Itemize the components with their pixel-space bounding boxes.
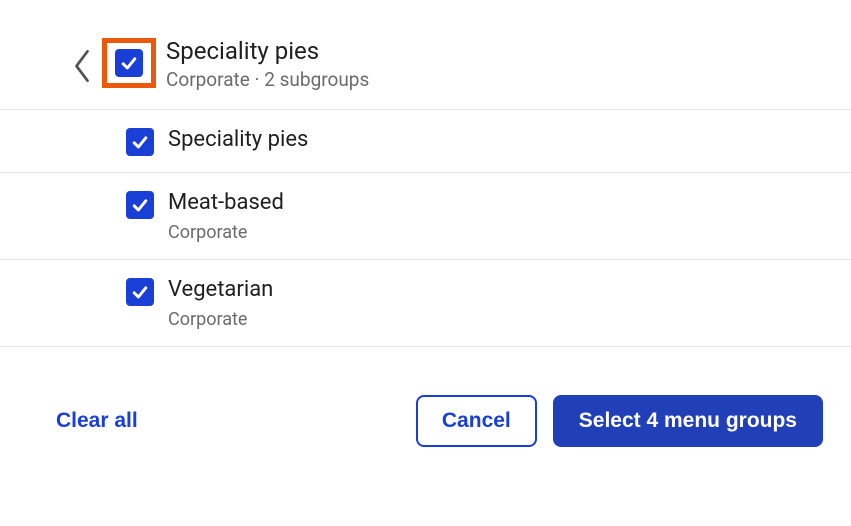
chevron-left-icon — [71, 47, 93, 85]
footer: Clear all Cancel Select 4 menu groups — [0, 347, 851, 447]
header-checkbox[interactable] — [115, 49, 143, 77]
checkbox-column — [0, 126, 168, 156]
item-title: Speciality pies — [168, 126, 308, 155]
checkbox-column — [0, 276, 168, 306]
item-title: Vegetarian — [168, 276, 273, 305]
item-checkbox[interactable] — [126, 278, 154, 306]
check-icon — [130, 132, 150, 152]
item-text: Meat-based Corporate — [168, 189, 284, 243]
item-subtitle: Corporate — [168, 222, 284, 243]
clear-all-button[interactable]: Clear all — [56, 409, 138, 433]
header-row: Speciality pies Corporate · 2 subgroups — [0, 38, 851, 109]
item-text: Speciality pies — [168, 126, 308, 155]
header-text: Speciality pies Corporate · 2 subgroups — [166, 38, 369, 91]
check-icon — [119, 53, 139, 73]
item-checkbox[interactable] — [126, 128, 154, 156]
dialog-content: Speciality pies Corporate · 2 subgroups … — [0, 0, 851, 447]
header-checkbox-highlight — [102, 38, 156, 88]
list-item[interactable]: Vegetarian Corporate — [0, 260, 851, 347]
header-subtitle: Corporate · 2 subgroups — [166, 68, 369, 91]
item-title: Meat-based — [168, 189, 284, 218]
item-subtitle: Corporate — [168, 309, 273, 330]
checkbox-column — [0, 189, 168, 219]
header-title: Speciality pies — [166, 38, 369, 64]
list-item[interactable]: Speciality pies — [0, 110, 851, 173]
item-text: Vegetarian Corporate — [168, 276, 273, 330]
group-list: Speciality pies Meat-based Corporate — [0, 109, 851, 346]
footer-actions: Cancel Select 4 menu groups — [416, 395, 823, 447]
cancel-button[interactable]: Cancel — [416, 395, 537, 447]
select-button[interactable]: Select 4 menu groups — [553, 395, 823, 447]
back-button[interactable] — [70, 46, 94, 86]
list-item[interactable]: Meat-based Corporate — [0, 173, 851, 260]
check-icon — [130, 282, 150, 302]
item-checkbox[interactable] — [126, 191, 154, 219]
check-icon — [130, 195, 150, 215]
